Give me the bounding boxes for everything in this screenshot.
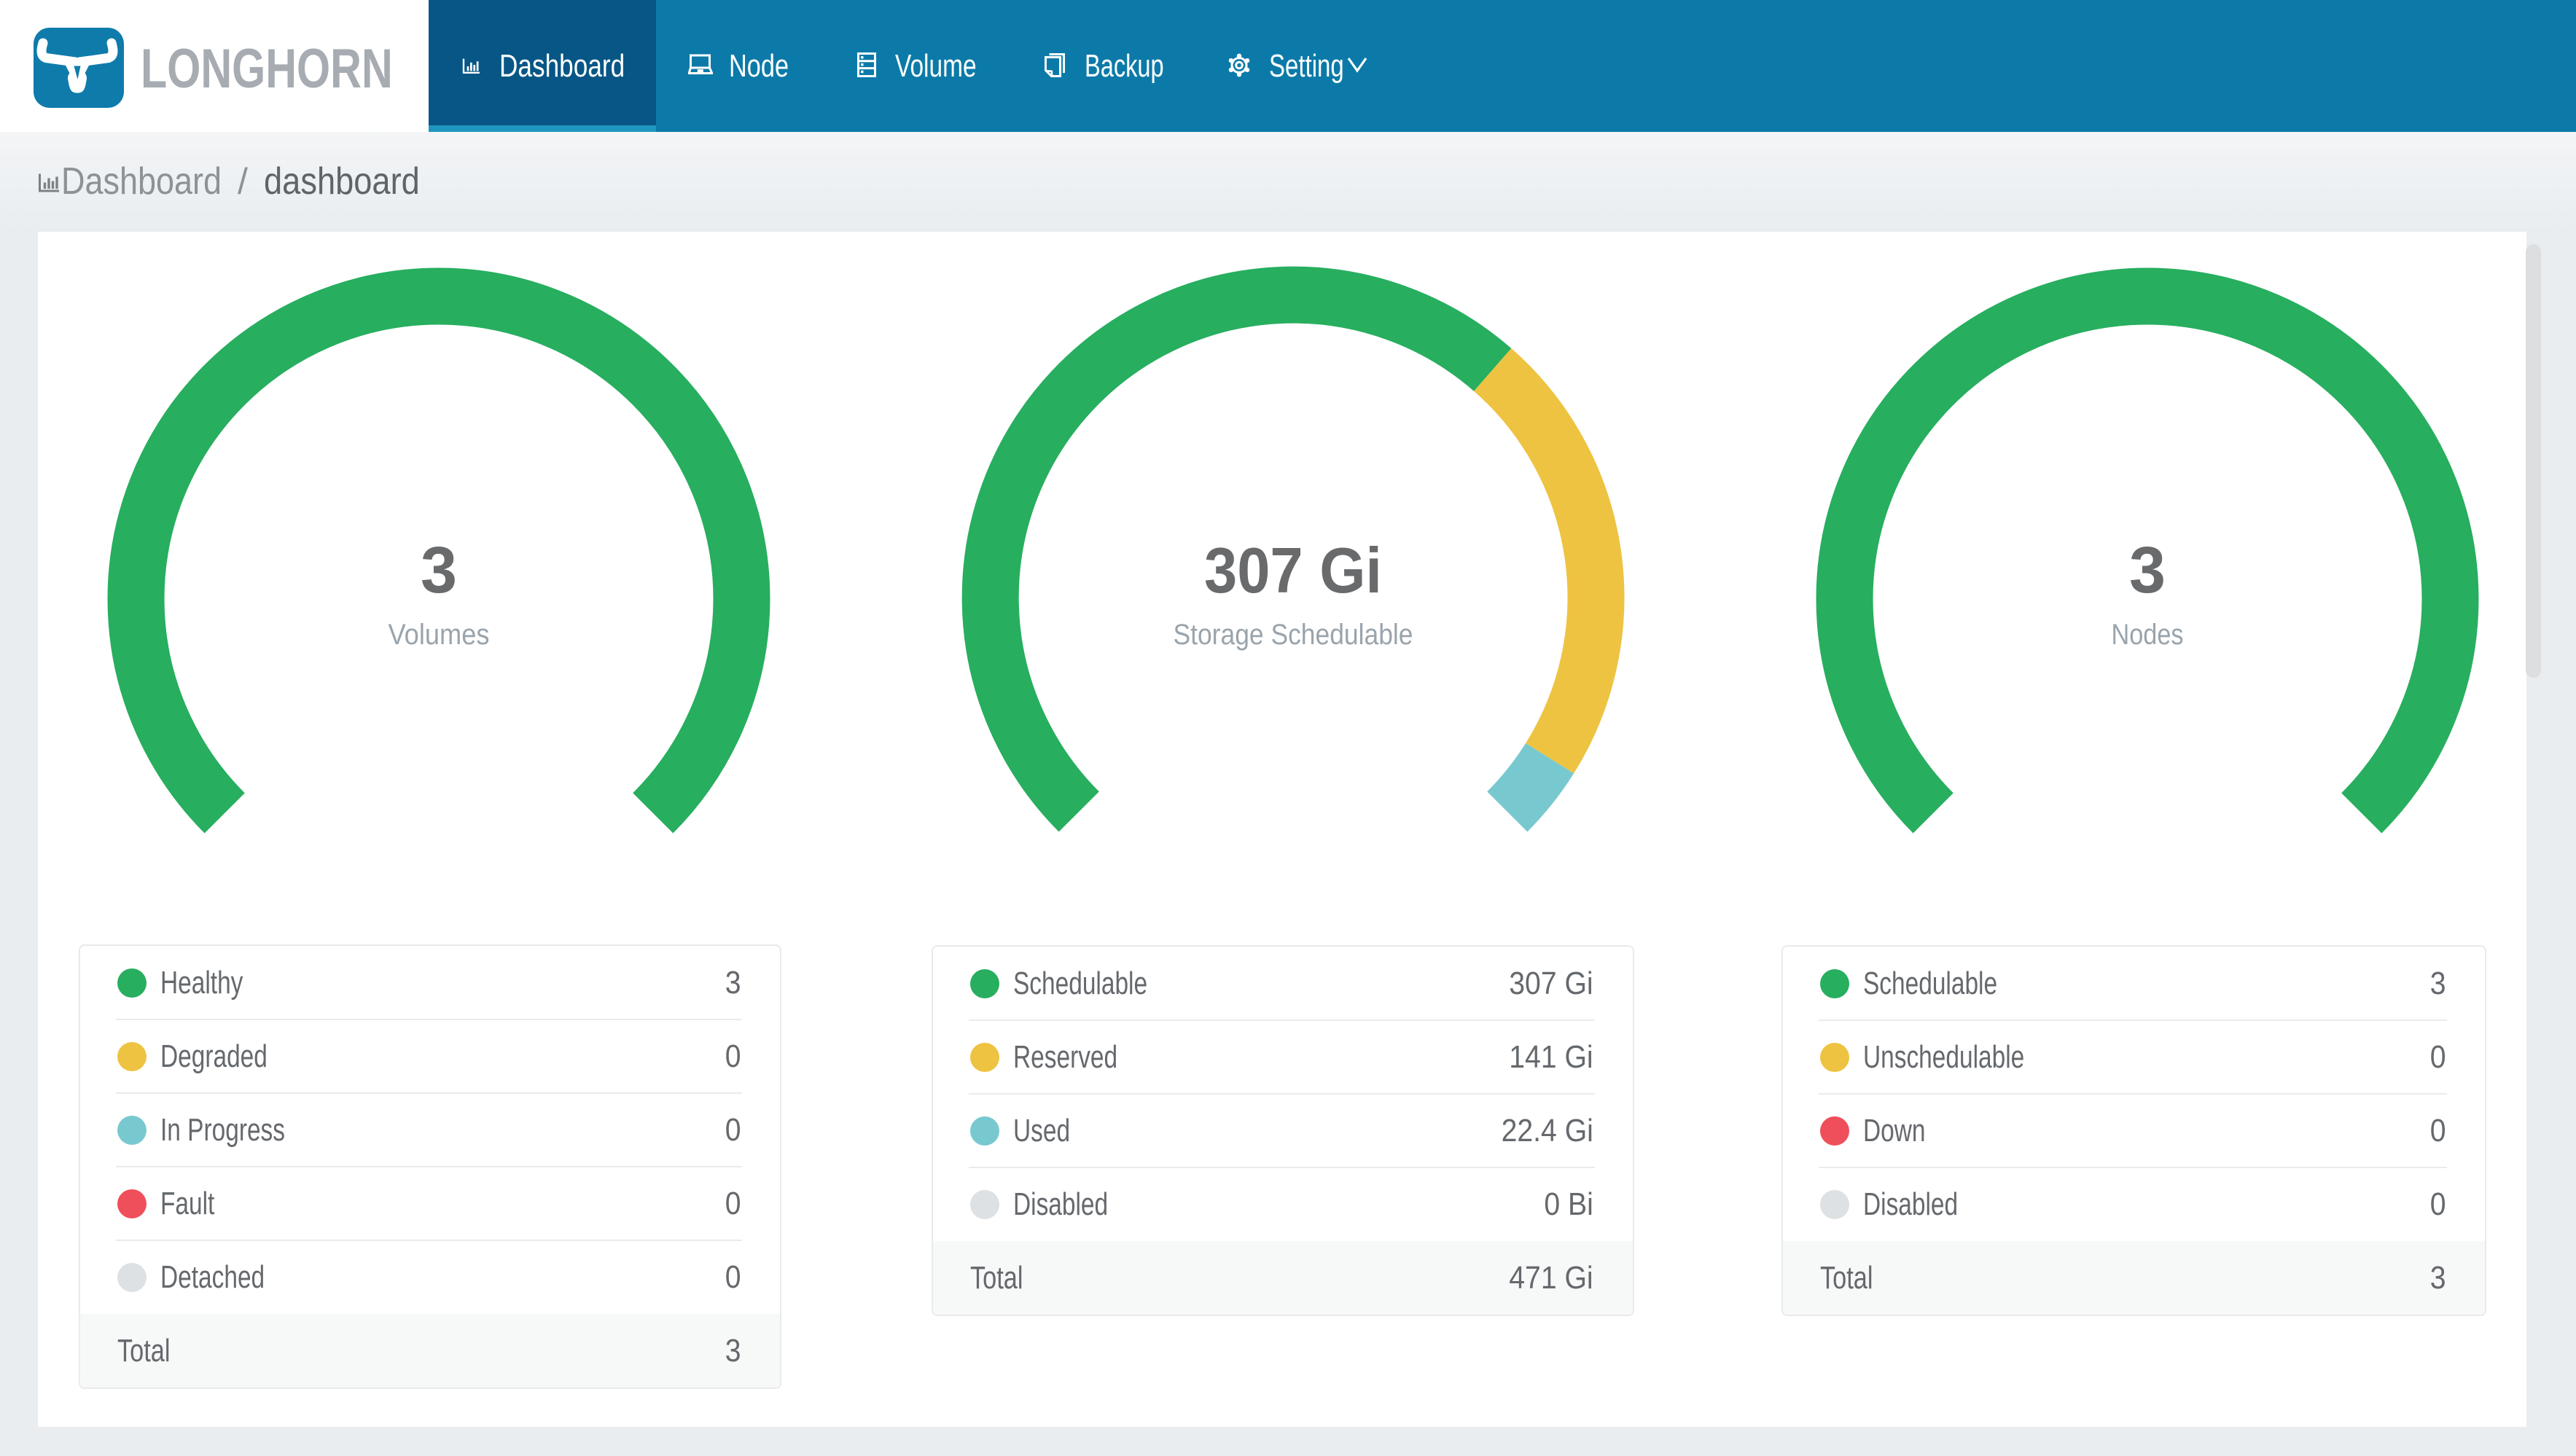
svg-text:3: 3 bbox=[2129, 534, 2166, 607]
svg-text:307 Gi: 307 Gi bbox=[1204, 534, 1382, 606]
svg-text:Nodes: Nodes bbox=[2112, 619, 2184, 651]
svg-text:Storage Schedulable: Storage Schedulable bbox=[1174, 619, 1413, 651]
svg-text:Volumes: Volumes bbox=[389, 619, 490, 651]
svg-text:3: 3 bbox=[421, 534, 457, 607]
